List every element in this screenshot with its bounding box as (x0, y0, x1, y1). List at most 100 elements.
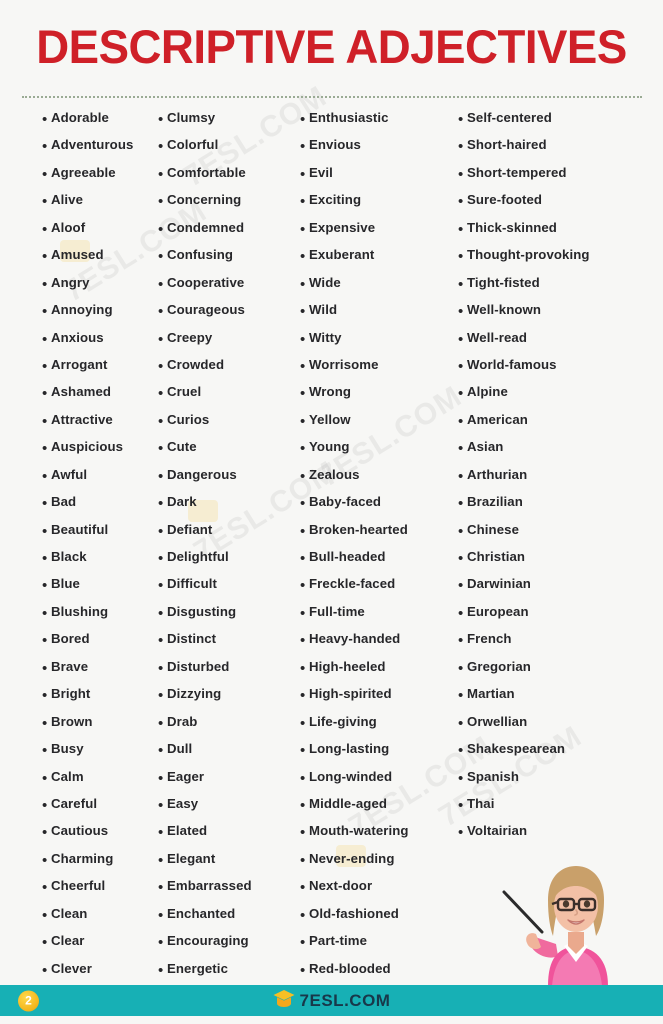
list-item: • Shakespearean (458, 741, 663, 768)
adjective-label: Elegant (167, 850, 216, 866)
adjective-label: Dangerous (167, 466, 237, 482)
list-item: • Elegant (158, 851, 296, 878)
adjective-label: Encouraging (167, 933, 249, 949)
list-item: • Concerning (158, 192, 296, 219)
bullet-icon: • (458, 742, 464, 760)
list-item: • Red-blooded (300, 961, 452, 988)
adjective-label: Condemned (167, 219, 245, 235)
bullet-icon: • (158, 412, 164, 430)
list-item: • Spanish (458, 769, 663, 796)
adjective-label: Old-fashioned (309, 905, 399, 921)
bullet-icon: • (42, 934, 48, 952)
list-item: • Sure-footed (458, 192, 663, 219)
adjective-label: Asian (467, 439, 504, 455)
list-item: • Crowded (158, 357, 296, 384)
bullet-icon: • (158, 769, 164, 787)
list-item: • Well-known (458, 302, 663, 329)
adjective-label: Concerning (167, 192, 242, 208)
adjective-label: Next-door (309, 878, 373, 894)
adjective-label: Evil (309, 164, 333, 180)
bullet-icon: • (158, 357, 164, 375)
list-item: • Brown (42, 714, 150, 741)
adjective-label: Attractive (51, 411, 113, 427)
title-divider (22, 96, 642, 98)
adjective-label: Mouth-watering (309, 823, 409, 839)
bullet-icon: • (158, 248, 164, 266)
adjective-label: Blue (51, 576, 80, 592)
list-item: • Condemned (158, 220, 296, 247)
bullet-icon: • (42, 769, 48, 787)
bullet-icon: • (300, 769, 306, 787)
bullet-icon: • (158, 111, 164, 128)
adjective-label: Adorable (51, 110, 109, 125)
adjective-label: Short-haired (467, 137, 547, 153)
adjective-label: Wide (309, 274, 341, 290)
list-item: • Exciting (300, 192, 452, 219)
bullet-icon: • (458, 220, 464, 238)
list-item: • World-famous (458, 357, 663, 384)
adjective-label: Alpine (467, 384, 508, 400)
adjective-label: Dull (167, 741, 193, 757)
footer-bar: 2 7ESL.COM (0, 985, 663, 1016)
list-item: • Clear (42, 933, 150, 960)
adjective-label: Cautious (51, 823, 109, 839)
bullet-icon: • (458, 714, 464, 732)
bullet-icon: • (300, 440, 306, 458)
list-item: • Annoying (42, 302, 150, 329)
bullet-icon: • (158, 275, 164, 293)
bullet-icon: • (300, 851, 306, 869)
adjective-label: Orwellian (467, 713, 528, 729)
bullet-icon: • (42, 824, 48, 842)
list-item: • Careful (42, 796, 150, 823)
list-item: • Curios (158, 412, 296, 439)
bullet-icon: • (158, 385, 164, 403)
bullet-icon: • (300, 742, 306, 760)
bullet-icon: • (458, 604, 464, 622)
list-item: • Envious (300, 137, 452, 164)
adjective-label: Enthusiastic (309, 110, 389, 125)
list-item: • Never-ending (300, 851, 452, 878)
adjective-label: Defiant (167, 521, 213, 537)
adjective-label: Thick-skinned (467, 219, 557, 235)
adjective-label: Worrisome (309, 356, 379, 372)
list-item: • Broken-hearted (300, 522, 452, 549)
bullet-icon: • (42, 412, 48, 430)
bullet-icon: • (158, 824, 164, 842)
list-item: • Drab (158, 714, 296, 741)
adjective-column-4: • Self-centered • Short-haired • Short-temp… (452, 110, 663, 988)
adjective-label: Middle-aged (309, 795, 388, 811)
list-item: • Ashamed (42, 384, 150, 411)
adjective-label: Young (309, 439, 350, 455)
adjective-label: Thought-provoking (467, 247, 590, 263)
list-item: • Part-time (300, 933, 452, 960)
adjective-label: Cute (167, 439, 197, 455)
list-item: • Voltairian (458, 823, 663, 850)
bullet-icon: • (158, 577, 164, 595)
adjective-label: High-heeled (309, 658, 386, 674)
adjective-label: Brave (51, 658, 89, 674)
bullet-icon: • (42, 303, 48, 321)
adjective-label: Auspicious (51, 439, 124, 455)
list-item: • Cruel (158, 384, 296, 411)
list-item: • Eager (158, 769, 296, 796)
brand-logo[interactable]: 7ESL.COM (273, 989, 391, 1013)
adjective-label: Long-lasting (309, 741, 390, 757)
bullet-icon: • (42, 961, 48, 979)
list-item: • Black (42, 549, 150, 576)
list-item: • Confusing (158, 247, 296, 274)
bullet-icon: • (458, 275, 464, 293)
bullet-icon: • (158, 303, 164, 321)
adjective-label: Cooperative (167, 274, 245, 290)
list-item: • Courageous (158, 302, 296, 329)
list-item: • Blushing (42, 604, 150, 631)
list-item: • Delightful (158, 549, 296, 576)
bullet-icon: • (300, 138, 306, 156)
list-item: • Dangerous (158, 467, 296, 494)
bullet-icon: • (158, 330, 164, 348)
adjective-label: Aloof (51, 219, 86, 235)
list-item: • Brave (42, 659, 150, 686)
adjective-label: Energetic (167, 960, 228, 976)
list-item: • Adventurous (42, 137, 150, 164)
list-item: • Clumsy (158, 110, 296, 137)
bullet-icon: • (300, 412, 306, 430)
